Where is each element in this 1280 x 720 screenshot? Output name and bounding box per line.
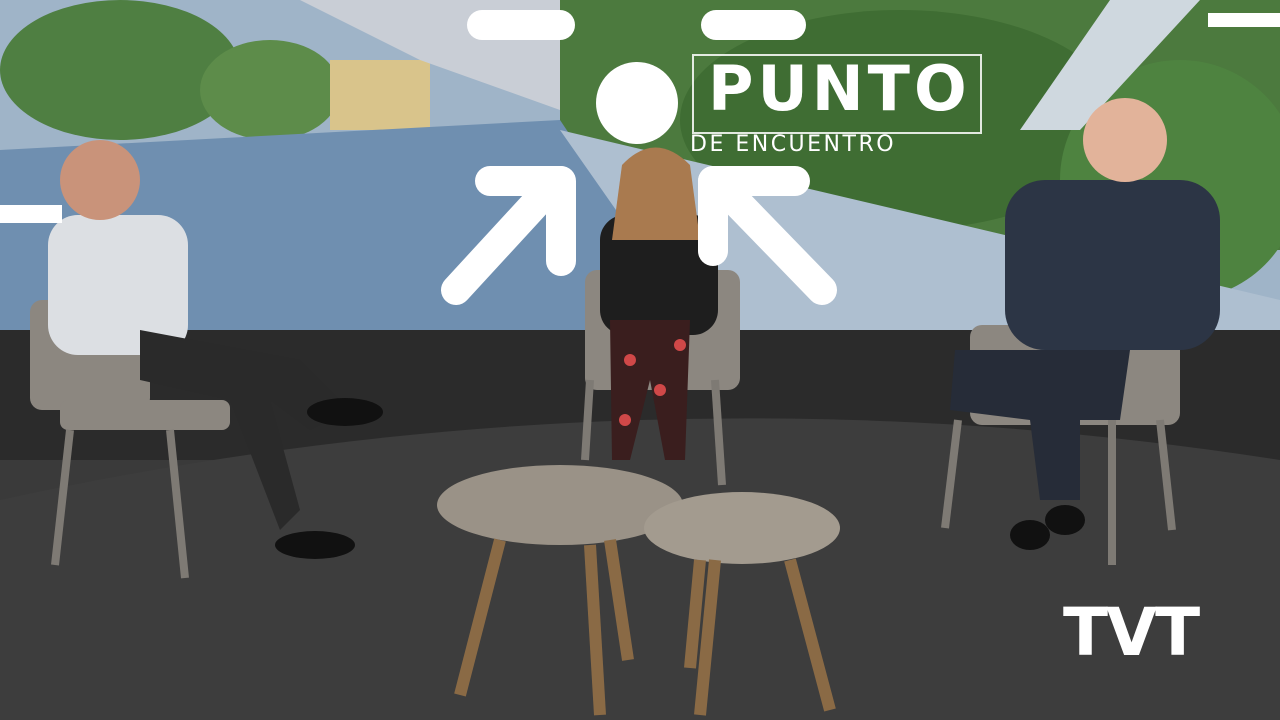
logo-arrow-top-right xyxy=(701,10,806,40)
logo-circle xyxy=(596,62,678,144)
building xyxy=(330,60,430,130)
palm-foliage-left xyxy=(0,0,240,140)
show-title: PUNTO xyxy=(708,52,971,125)
decor-bar-left xyxy=(0,205,62,223)
man-right-head xyxy=(1083,98,1167,182)
broadcaster-logo: TVT xyxy=(1063,594,1200,671)
tv-studio-frame: PUNTO DE ENCUENTRO TVT xyxy=(0,0,1280,720)
logo-arrow-top-left xyxy=(467,10,575,40)
table-small xyxy=(644,492,840,564)
man-left-shirt xyxy=(48,215,188,355)
decor-bar-right xyxy=(1208,13,1280,27)
show-subtitle: DE ENCUENTRO xyxy=(690,132,897,157)
palm-foliage-left-2 xyxy=(200,40,340,140)
man-left-head xyxy=(60,140,140,220)
man-right-shirt xyxy=(1005,180,1220,350)
studio-floor xyxy=(0,418,1280,720)
